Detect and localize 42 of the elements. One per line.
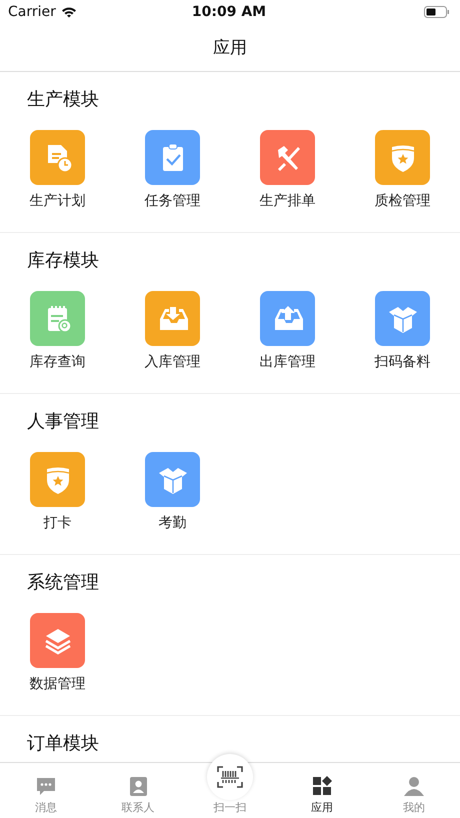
app-tile[interactable] bbox=[30, 130, 85, 185]
apps-grid-icon bbox=[311, 775, 333, 797]
app-tile[interactable] bbox=[260, 291, 315, 346]
status-time: 10:09 AM bbox=[192, 4, 266, 20]
page-title: 应用 bbox=[213, 37, 247, 59]
app-label: 扫码备料 bbox=[374, 353, 430, 372]
tab-item[interactable]: 联系人 bbox=[92, 763, 184, 818]
tab-item[interactable]: 扫一扫 bbox=[184, 751, 276, 818]
chat-icon bbox=[35, 775, 57, 797]
app-label: 生产排单 bbox=[260, 192, 316, 211]
tab-item[interactable]: 我的 bbox=[368, 763, 460, 818]
app-label: 出库管理 bbox=[260, 353, 316, 372]
tab-item[interactable]: 消息 bbox=[0, 763, 92, 818]
contact-card-icon bbox=[127, 775, 149, 797]
app-label: 入库管理 bbox=[144, 353, 200, 372]
section-title: 系统管理 bbox=[26, 571, 100, 595]
section-title: 订单模块 bbox=[26, 732, 100, 756]
section-title: 生产模块 bbox=[26, 88, 100, 112]
app-tile[interactable] bbox=[375, 291, 430, 346]
app-label: 考勤 bbox=[158, 514, 186, 533]
section-title: 库存模块 bbox=[26, 249, 100, 273]
app-label: 数据管理 bbox=[30, 675, 86, 694]
app-label: 质检管理 bbox=[374, 192, 430, 211]
app-tile[interactable] bbox=[145, 452, 200, 507]
app-tile[interactable] bbox=[30, 291, 85, 346]
app-tile[interactable] bbox=[145, 130, 200, 185]
battery-icon bbox=[424, 6, 450, 18]
carrier-name: Carrier bbox=[8, 4, 56, 20]
app-tile[interactable] bbox=[30, 452, 85, 507]
wifi-icon bbox=[60, 6, 77, 18]
app-tile[interactable] bbox=[260, 130, 315, 185]
app-label: 任务管理 bbox=[144, 192, 200, 211]
barcode-scan-icon bbox=[217, 766, 243, 788]
app-tile[interactable] bbox=[145, 291, 200, 346]
app-label: 生产计划 bbox=[30, 192, 86, 211]
app-tile[interactable] bbox=[375, 130, 430, 185]
tab-item[interactable]: 应用 bbox=[276, 763, 368, 818]
app-tile[interactable] bbox=[30, 613, 85, 668]
app-label: 打卡 bbox=[44, 514, 72, 533]
app-label: 库存查询 bbox=[30, 353, 86, 372]
section-title: 人事管理 bbox=[26, 410, 100, 434]
person-icon bbox=[403, 775, 425, 797]
